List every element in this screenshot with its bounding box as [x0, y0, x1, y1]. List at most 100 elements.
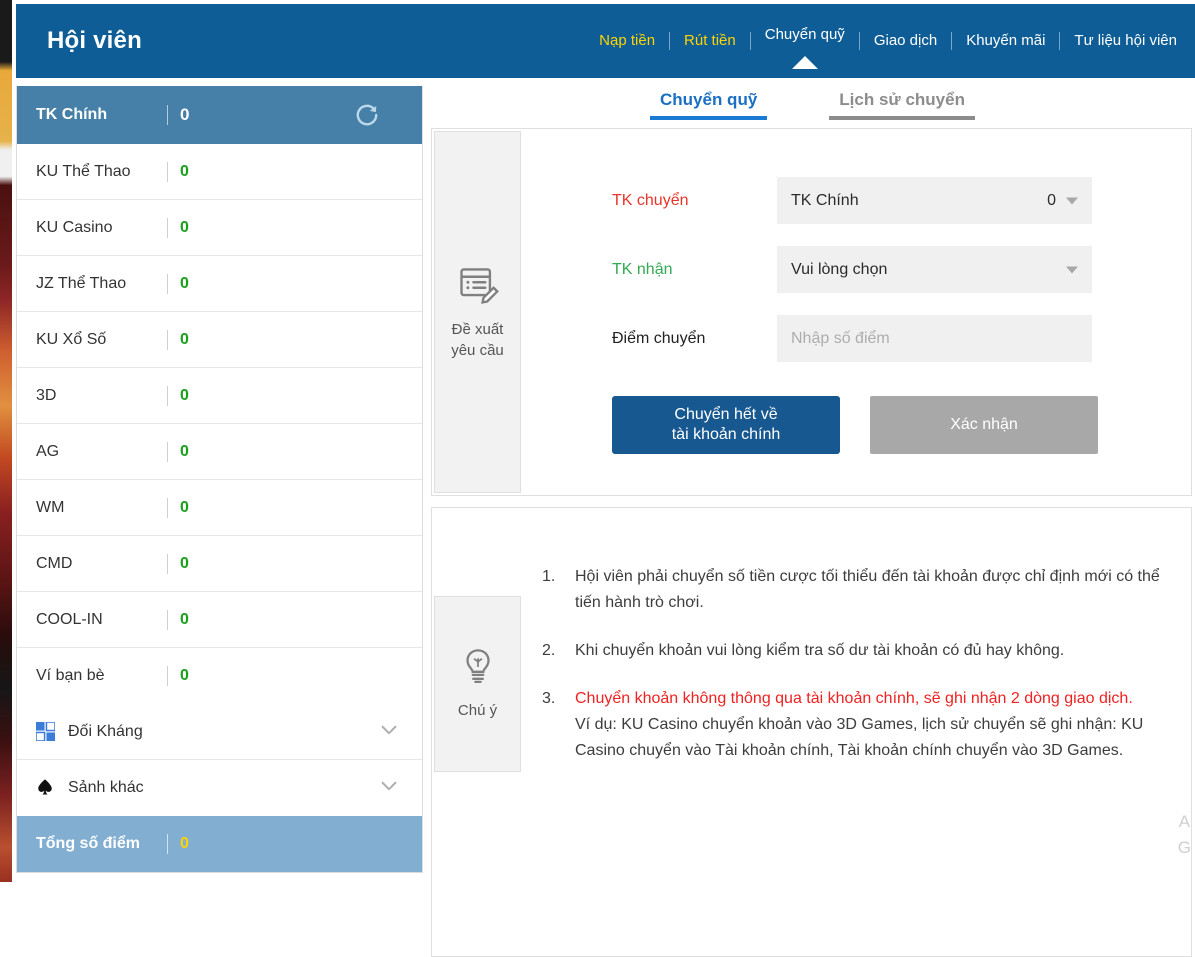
header-nav: Nạp tiền Rút tiền Chuyển quỹ Giao dịch K… [585, 4, 1191, 78]
request-badge-line2: yêu cầu [451, 341, 504, 361]
account-balance: 0 [168, 275, 189, 293]
form-row-amount: Điểm chuyển Nhập số điểm [612, 315, 1177, 362]
nav-item-nap-tien[interactable]: Nạp tiền [585, 4, 669, 78]
tab-lich-su-chuyen-label: Lịch sử chuyển [839, 90, 965, 109]
from-account-select[interactable]: TK Chính 0 [777, 177, 1092, 224]
notes-panel: Chú ý Hội viên phải chuyển số tiền cược … [431, 507, 1192, 957]
chevron-down-icon [1066, 197, 1078, 204]
document-edit-icon [456, 263, 500, 312]
nav-item-giao-dich[interactable]: Giao dịch [860, 4, 951, 78]
account-row[interactable]: JZ Thể Thao0 [17, 256, 422, 312]
transfer-all-line1: Chuyển hết về [674, 406, 777, 423]
chevron-down-icon[interactable] [378, 775, 400, 802]
notice-badge: Chú ý [434, 596, 521, 772]
account-label: CMD [17, 555, 167, 573]
account-label: WM [17, 499, 167, 517]
account-label: TK Chính [17, 106, 167, 124]
chevron-down-icon[interactable] [378, 718, 400, 745]
total-points-value: 0 [168, 835, 189, 853]
notice-badge-label: Chú ý [458, 701, 497, 721]
account-balance: 0 [168, 387, 189, 405]
refresh-icon[interactable] [354, 102, 380, 128]
accounts-sidebar: TK Chính 0 KU Thể Thao0KU Casino0JZ Thể … [16, 86, 423, 873]
transfer-all-button[interactable]: Chuyển hết về tài khoản chính [612, 396, 840, 454]
transfer-buttons: Chuyển hết về tài khoản chính Xác nhận [612, 396, 1177, 454]
account-label: AG [17, 443, 167, 461]
app-header: Hội viên Nạp tiền Rút tiền Chuyển quỹ Gi… [16, 4, 1195, 78]
from-account-amount: 0 [1047, 192, 1056, 210]
grid-squares-icon [36, 722, 56, 742]
account-row[interactable]: KU Casino0 [17, 200, 422, 256]
notes-list: Hội viên phải chuyển số tiền cược tối th… [542, 564, 1169, 785]
account-label: KU Xổ Số [17, 331, 167, 349]
tab-chuyen-quy[interactable]: Chuyển quỹ [650, 78, 767, 120]
total-points-row: Tổng số điểm 0 [17, 816, 422, 872]
lightbulb-icon [457, 646, 499, 693]
from-account-value: TK Chính [791, 192, 859, 210]
transfer-panel: Đề xuất yêu cầu TK chuyển TK Chính 0 TK … [431, 128, 1192, 496]
account-row-tk-chinh[interactable]: TK Chính 0 [17, 86, 422, 144]
accounts-list: KU Thể Thao0KU Casino0JZ Thể Thao0KU Xổ … [17, 144, 422, 704]
account-balance: 0 [168, 219, 189, 237]
tab-lich-su-chuyen[interactable]: Lịch sử chuyển [829, 78, 975, 120]
to-account-select[interactable]: Vui lòng chọn [777, 246, 1092, 293]
edge-letter-a: A [1179, 812, 1190, 832]
account-row[interactable]: COOL-IN0 [17, 592, 422, 648]
form-row-to-account: TK nhận Vui lòng chọn [612, 246, 1177, 293]
nav-item-chuyen-quy[interactable]: Chuyển quỹ [751, 26, 859, 65]
nav-item-rut-tien[interactable]: Rút tiền [670, 4, 750, 78]
account-label: Ví bạn bè [17, 667, 167, 685]
chevron-down-icon [1066, 266, 1078, 273]
account-row[interactable]: Ví bạn bè0 [17, 648, 422, 704]
confirm-button[interactable]: Xác nhận [870, 396, 1098, 454]
account-group-row[interactable]: Đối Kháng [17, 704, 422, 760]
account-row[interactable]: CMD0 [17, 536, 422, 592]
account-row[interactable]: KU Thể Thao0 [17, 144, 422, 200]
note-text: Khi chuyển khoản vui lòng kiểm tra số dư… [575, 642, 1064, 659]
account-balance: 0 [168, 611, 189, 629]
content-tabs: Chuyển quỹ Lịch sử chuyển [431, 78, 1195, 128]
account-groups-list: Đối Kháng Sảnh khác [17, 704, 422, 816]
account-balance: 0 [168, 105, 189, 125]
from-account-label: TK chuyển [612, 192, 777, 210]
account-balance: 0 [168, 499, 189, 517]
edge-letter-g: G [1178, 838, 1191, 858]
account-row[interactable]: KU Xổ Số0 [17, 312, 422, 368]
note-item: Hội viên phải chuyển số tiền cược tối th… [542, 564, 1169, 616]
to-account-value: Vui lòng chọn [791, 261, 887, 279]
tab-active-underline [650, 116, 767, 120]
tab-chuyen-quy-label: Chuyển quỹ [660, 90, 757, 109]
account-balance: 0 [168, 331, 189, 349]
request-badge-label: Đề xuất yêu cầu [451, 320, 504, 361]
form-row-from-account: TK chuyển TK Chính 0 [612, 177, 1177, 224]
amount-input[interactable]: Nhập số điểm [777, 315, 1092, 362]
account-balance: 0 [168, 443, 189, 461]
account-balance: 0 [168, 555, 189, 573]
note-extra-text: Ví dụ: KU Casino chuyển khoản vào 3D Gam… [575, 712, 1169, 764]
account-group-label: Đối Kháng [68, 723, 143, 741]
nav-item-tu-lieu-hoi-vien[interactable]: Tư liệu hội viên [1060, 4, 1191, 78]
account-balance: 0 [168, 163, 189, 181]
account-group-label: Sảnh khác [68, 779, 144, 797]
account-row[interactable]: 3D0 [17, 368, 422, 424]
tab-inactive-underline [829, 116, 975, 120]
main-content: Chuyển quỹ Lịch sử chuyển [431, 78, 1195, 882]
member-funds-app: Hội viên Nạp tiền Rút tiền Chuyển quỹ Gi… [8, 0, 1195, 882]
transfer-all-line2: tài khoản chính [672, 426, 781, 443]
total-points-label: Tổng số điểm [17, 835, 167, 853]
note-item: Chuyển khoản không thông qua tài khoản c… [542, 686, 1169, 764]
note-text: Hội viên phải chuyển số tiền cược tối th… [575, 568, 1160, 611]
account-label: JZ Thể Thao [17, 275, 167, 293]
account-group-row[interactable]: Sảnh khác [17, 760, 422, 816]
note-text: Chuyển khoản không thông qua tài khoản c… [575, 690, 1133, 707]
account-label: KU Thể Thao [17, 163, 167, 181]
account-row[interactable]: WM0 [17, 480, 422, 536]
note-item: Khi chuyển khoản vui lòng kiểm tra số dư… [542, 638, 1169, 664]
nav-item-chuyen-quy-label: Chuyển quỹ [765, 26, 845, 43]
transfer-form: TK chuyển TK Chính 0 TK nhận Vui lòng ch… [612, 177, 1177, 454]
nav-active-arrow-icon [792, 56, 818, 69]
amount-label: Điểm chuyển [612, 330, 777, 348]
edge-ghost-letters: A G [1178, 812, 1191, 858]
account-row[interactable]: AG0 [17, 424, 422, 480]
nav-item-khuyen-mai[interactable]: Khuyến mãi [952, 4, 1059, 78]
